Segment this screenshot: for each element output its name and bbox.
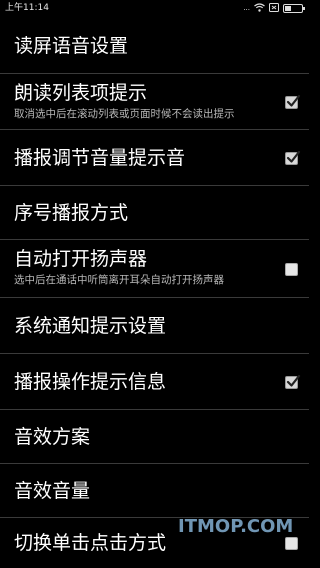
settings-row-summary: 取消选中后在滚动列表或页面时候不会读出提示 <box>14 108 235 120</box>
status-time: 上午11:14 <box>5 3 49 13</box>
settings-row-title: 朗读列表项提示 <box>14 82 148 104</box>
status-bar: 上午11:14 ... <box>0 0 309 18</box>
watermark-text: ITMOP.COM <box>178 516 294 537</box>
sim-icon <box>269 2 279 15</box>
settings-row[interactable]: 自动打开扬声器选中后在通话中听筒离开耳朵自动打开扬声器 <box>0 240 309 298</box>
checkbox-unchecked[interactable] <box>285 262 298 276</box>
signal-dots-icon: ... <box>243 4 250 12</box>
status-icons: ... <box>243 2 305 15</box>
settings-row-title: 自动打开扬声器 <box>14 248 148 270</box>
wifi-icon <box>254 2 265 15</box>
settings-row[interactable]: 播报调节音量提示音 <box>0 130 309 186</box>
checkmark-icon <box>286 150 301 163</box>
settings-row-title: 系统通知提示设置 <box>14 315 167 337</box>
settings-row-summary: 选中后在通话中听筒离开耳朵自动打开扬声器 <box>14 274 224 286</box>
battery-icon <box>283 4 305 13</box>
settings-row-title: 播报调节音量提示音 <box>14 147 186 169</box>
settings-row[interactable]: 系统通知提示设置 <box>0 298 309 354</box>
settings-row[interactable]: 读屏语音设置 <box>0 18 309 74</box>
settings-row-title: 音效方案 <box>14 426 91 448</box>
settings-row-title: 音效音量 <box>14 480 91 502</box>
checkmark-icon <box>286 374 301 387</box>
checkmark-icon <box>286 94 301 107</box>
settings-row-title: 播报操作提示信息 <box>14 371 167 393</box>
itmop-watermark-logo: ITMOP.COM <box>178 516 293 537</box>
checkbox-checked[interactable] <box>285 94 301 109</box>
settings-row[interactable]: 音效音量 <box>0 464 309 518</box>
settings-row-title: 序号播报方式 <box>14 202 129 224</box>
settings-row-title: 切换单击点击方式 <box>14 532 167 554</box>
checkbox-checked[interactable] <box>285 374 301 389</box>
settings-row[interactable]: 序号播报方式 <box>0 186 309 240</box>
settings-row[interactable]: 音效方案 <box>0 410 309 464</box>
checkbox-unchecked[interactable] <box>285 536 298 550</box>
battery-level <box>285 6 291 11</box>
checkbox-checked[interactable] <box>285 150 301 165</box>
settings-row[interactable]: 朗读列表项提示取消选中后在滚动列表或页面时候不会读出提示 <box>0 74 309 130</box>
settings-row-title: 读屏语音设置 <box>14 35 129 57</box>
settings-row[interactable]: 播报操作提示信息 <box>0 354 309 410</box>
